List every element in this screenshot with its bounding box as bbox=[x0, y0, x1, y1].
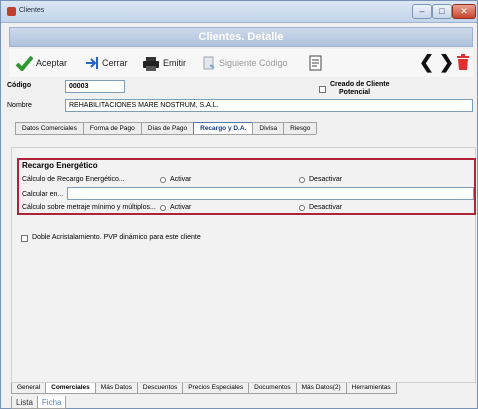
metraje-activar-radio[interactable] bbox=[160, 205, 166, 211]
toolbar: Aceptar Cerrar Emitir Siguiente Código ❮… bbox=[9, 49, 473, 77]
calculo-desactivar-label: Desactivar bbox=[309, 176, 343, 183]
nombre-field[interactable]: REHABILITACIONES MARE NOSTRUM, S.A.L. bbox=[65, 99, 473, 112]
checkmark-icon bbox=[15, 55, 33, 71]
btab-precios-especiales[interactable]: Precios Especiales bbox=[182, 383, 250, 394]
btab-documentos[interactable]: Documentos bbox=[248, 383, 297, 394]
detail-banner: Clientes. Detalle bbox=[9, 27, 473, 47]
document-list-icon bbox=[309, 55, 322, 71]
nombre-label: Nombre bbox=[7, 102, 32, 109]
codigo-field[interactable]: 00003 bbox=[65, 80, 125, 93]
metraje-activar-label: Activar bbox=[170, 204, 192, 211]
siguiente-codigo-button[interactable]: Siguiente Código bbox=[202, 55, 288, 71]
codigo-label: Código bbox=[7, 82, 32, 89]
doble-acristalamiento-checkbox[interactable] bbox=[21, 235, 28, 242]
btab-descuentos[interactable]: Descuentos bbox=[136, 383, 184, 394]
calcular-en-label: Calcular en... bbox=[22, 191, 64, 198]
maximize-button[interactable]: □ bbox=[432, 4, 452, 19]
emitir-button[interactable]: Emitir bbox=[142, 55, 186, 71]
view-tab-ficha[interactable]: Ficha bbox=[36, 396, 67, 409]
exit-arrow-icon bbox=[86, 57, 98, 69]
client-detail-window: Clientes – □ ✕ Clientes. Detalle Aceptar… bbox=[0, 0, 478, 409]
window-title: Clientes bbox=[19, 7, 45, 14]
doble-acristalamiento-label: Doble Acristalamiento. PVP dinámico para… bbox=[32, 234, 201, 241]
trash-icon bbox=[457, 53, 469, 70]
notes-button[interactable] bbox=[309, 55, 326, 71]
emitir-label: Emitir bbox=[163, 58, 186, 68]
tab-forma-de-pago[interactable]: Forma de Pago bbox=[82, 122, 142, 134]
metraje-label: Cálculo sobre metraje mínimo y múltiplos… bbox=[22, 204, 156, 211]
calcular-en-field[interactable] bbox=[67, 187, 474, 200]
btab-general[interactable]: General bbox=[11, 383, 47, 394]
calculo-recargo-label: Cálculo de Recargo Energético... bbox=[22, 176, 125, 183]
banner-title: Clientes. Detalle bbox=[198, 31, 284, 43]
metraje-desactivar-radio[interactable] bbox=[299, 205, 305, 211]
next-record-button[interactable]: ❯ bbox=[439, 53, 454, 71]
previous-record-button[interactable]: ❮ bbox=[419, 53, 434, 71]
btab-mas-datos-2[interactable]: Más Datos(2) bbox=[295, 383, 347, 394]
potencial-label-line2: Potencial bbox=[339, 89, 371, 96]
tab-dias-de-pago[interactable]: Días de Pago bbox=[140, 122, 195, 134]
potencial-label-line1: Creado de Cliente bbox=[330, 81, 390, 88]
app-icon bbox=[7, 7, 16, 16]
calculo-activar-label: Activar bbox=[170, 176, 192, 183]
tab-recargo-da[interactable]: Recargo y D.A. bbox=[193, 122, 254, 134]
delete-button[interactable] bbox=[456, 53, 473, 70]
title-bar: Clientes – □ ✕ bbox=[1, 1, 477, 23]
siguiente-label: Siguiente Código bbox=[219, 58, 288, 68]
calculo-desactivar-radio[interactable] bbox=[299, 177, 305, 183]
printer-icon bbox=[143, 56, 159, 71]
bottom-section-tabs: General Comerciales Más Datos Descuentos… bbox=[11, 383, 397, 394]
minimize-button[interactable]: – bbox=[412, 4, 432, 19]
document-arrow-icon bbox=[203, 56, 215, 70]
btab-herramientas[interactable]: Herramientas bbox=[345, 383, 397, 394]
view-tab-lista[interactable]: Lista bbox=[11, 396, 38, 409]
aceptar-label: Aceptar bbox=[36, 58, 68, 68]
tab-datos-comerciales[interactable]: Datos Comerciales bbox=[15, 122, 84, 134]
cerrar-label: Cerrar bbox=[102, 58, 128, 68]
recargo-group-title: Recargo Energético bbox=[22, 161, 98, 170]
tab-riesgo[interactable]: Riesgo bbox=[283, 122, 318, 134]
potencial-checkbox[interactable] bbox=[319, 86, 326, 93]
tab-divisa[interactable]: Divisa bbox=[252, 122, 285, 134]
metraje-desactivar-label: Desactivar bbox=[309, 204, 343, 211]
detail-tabs: Datos Comerciales Forma de Pago Días de … bbox=[15, 122, 318, 135]
btab-mas-datos[interactable]: Más Datos bbox=[94, 383, 138, 394]
close-window-button[interactable]: ✕ bbox=[452, 4, 476, 19]
recargo-energetico-group: Recargo Energético Cálculo de Recargo En… bbox=[17, 158, 476, 215]
cerrar-button[interactable]: Cerrar bbox=[85, 55, 128, 71]
view-tabs: Lista Ficha bbox=[11, 396, 67, 409]
calculo-activar-radio[interactable] bbox=[160, 177, 166, 183]
aceptar-button[interactable]: Aceptar bbox=[15, 55, 67, 71]
btab-comerciales[interactable]: Comerciales bbox=[45, 383, 96, 394]
